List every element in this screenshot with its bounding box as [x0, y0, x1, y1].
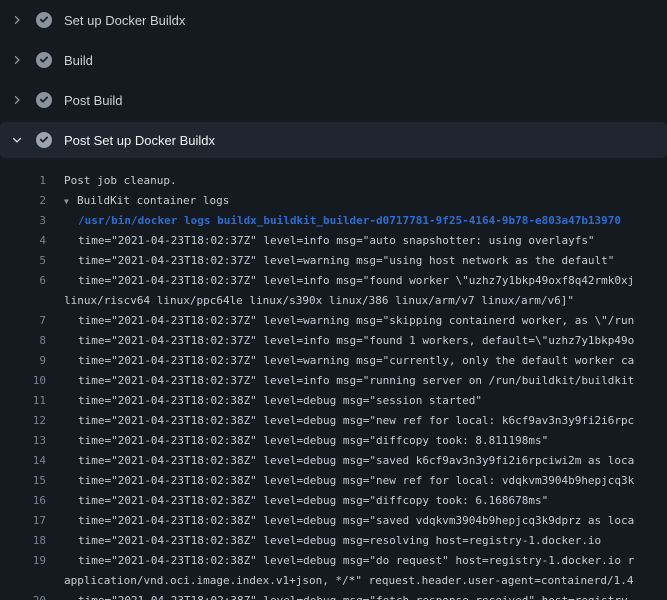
log-text: application/vnd.oci.image.index.v1+json,… — [64, 571, 634, 591]
log-line: 6 time="2021-04-23T18:02:37Z" level=info … — [0, 271, 667, 291]
log-line: 9 time="2021-04-23T18:02:37Z" level=warni… — [0, 351, 667, 371]
log-line: 7 time="2021-04-23T18:02:37Z" level=warni… — [0, 311, 667, 331]
check-circle-icon — [36, 12, 52, 28]
log-text: time="2021-04-23T18:02:37Z" level=warnin… — [78, 351, 634, 371]
log-text: time="2021-04-23T18:02:38Z" level=debug … — [78, 491, 548, 511]
chevron-right-icon[interactable] — [11, 54, 23, 66]
log-line: 17 time="2021-04-23T18:02:38Z" level=debu… — [0, 511, 667, 531]
log-line: 1 Post job cleanup. — [0, 171, 667, 191]
log-line: 15 time="2021-04-23T18:02:38Z" level=debu… — [0, 471, 667, 491]
log-line: 3/usr/bin/docker logs buildx_buildkit_bu… — [0, 211, 667, 231]
step-post-set-up-docker-buildx[interactable]: Post Set up Docker Buildx — [0, 122, 667, 158]
chevron-down-icon[interactable] — [11, 134, 23, 146]
log-line: 12 time="2021-04-23T18:02:38Z" level=debu… — [0, 411, 667, 431]
log-text: time="2021-04-23T18:02:37Z" level=info m… — [78, 271, 634, 291]
log-area: 1 Post job cleanup. 2 ▼BuildKit container l… — [0, 158, 667, 600]
log-text: Post job cleanup. — [64, 171, 177, 191]
line-number[interactable]: 19 — [0, 551, 46, 571]
log-text: time="2021-04-23T18:02:38Z" level=debug … — [78, 471, 634, 491]
line-number[interactable]: 5 — [0, 251, 46, 271]
line-number[interactable]: 7 — [0, 311, 46, 331]
step-build[interactable]: Build — [0, 40, 667, 80]
step-label: Post Set up Docker Buildx — [64, 133, 215, 148]
line-number[interactable]: 18 — [0, 531, 46, 551]
line-number[interactable]: 14 — [0, 451, 46, 471]
line-number[interactable]: 10 — [0, 371, 46, 391]
log-text: time="2021-04-23T18:02:37Z" level=warnin… — [78, 311, 634, 331]
command-text: /usr/bin/docker logs buildx_buildkit_bui… — [78, 211, 621, 231]
log-line: 18 time="2021-04-23T18:02:38Z" level=debu… — [0, 531, 667, 551]
log-line: 5 time="2021-04-23T18:02:37Z" level=warni… — [0, 251, 667, 271]
line-number[interactable]: 20 — [0, 591, 46, 600]
log-text: time="2021-04-23T18:02:38Z" level=debug … — [78, 531, 601, 551]
log-line: 11 time="2021-04-23T18:02:38Z" level=debu… — [0, 391, 667, 411]
log-text: BuildKit container logs — [77, 191, 229, 211]
line-number[interactable]: 13 — [0, 431, 46, 451]
log-line: 2 ▼BuildKit container logs — [0, 191, 667, 211]
log-line: 4 time="2021-04-23T18:02:37Z" level=info … — [0, 231, 667, 251]
line-number[interactable]: 9 — [0, 351, 46, 371]
check-circle-icon — [36, 92, 52, 108]
line-number[interactable]: 6 — [0, 271, 46, 291]
step-list: Set up Docker Buildx Build Post Build — [0, 0, 667, 158]
step-set-up-docker-buildx[interactable]: Set up Docker Buildx — [0, 0, 667, 40]
log-text: time="2021-04-23T18:02:38Z" level=debug … — [78, 391, 482, 411]
log-line: 14 time="2021-04-23T18:02:38Z" level=debu… — [0, 451, 667, 471]
line-number[interactable]: 11 — [0, 391, 46, 411]
collapse-group-icon[interactable]: ▼ — [64, 192, 77, 211]
log-text: linux/riscv64 linux/ppc64le linux/s390x … — [64, 291, 574, 311]
step-label: Post Build — [64, 93, 123, 108]
log-text: time="2021-04-23T18:02:38Z" level=debug … — [78, 411, 634, 431]
log-text: time="2021-04-23T18:02:37Z" level=info m… — [78, 231, 595, 251]
line-number[interactable]: 2 — [0, 191, 46, 211]
log-line: 19 time="2021-04-23T18:02:38Z" level=debu… — [0, 551, 667, 571]
line-number[interactable]: 4 — [0, 231, 46, 251]
log-line: 10 time="2021-04-23T18:02:37Z" level=info… — [0, 371, 667, 391]
log-text: time="2021-04-23T18:02:37Z" level=info m… — [78, 371, 634, 391]
log-line: application/vnd.oci.image.index.v1+json,… — [0, 571, 667, 591]
check-circle-icon — [36, 132, 52, 148]
log-text: time="2021-04-23T18:02:38Z" level=debug … — [78, 451, 634, 471]
log-text: time="2021-04-23T18:02:38Z" level=debug … — [78, 511, 634, 531]
line-number[interactable]: 1 — [0, 171, 46, 191]
log-text: time="2021-04-23T18:02:38Z" level=debug … — [78, 591, 634, 600]
line-number[interactable]: 17 — [0, 511, 46, 531]
line-number[interactable]: 12 — [0, 411, 46, 431]
line-number[interactable]: 3 — [0, 211, 46, 231]
line-number[interactable]: 15 — [0, 471, 46, 491]
line-number[interactable]: 16 — [0, 491, 46, 511]
check-circle-icon — [36, 52, 52, 68]
actions-log-viewer: Set up Docker Buildx Build Post Build — [0, 0, 667, 600]
log-line: 13 time="2021-04-23T18:02:38Z" level=debu… — [0, 431, 667, 451]
log-text: time="2021-04-23T18:02:38Z" level=debug … — [78, 551, 634, 571]
log-text: time="2021-04-23T18:02:37Z" level=warnin… — [78, 251, 614, 271]
log-line: 20 time="2021-04-23T18:02:38Z" level=debu… — [0, 591, 667, 600]
step-post-build[interactable]: Post Build — [0, 80, 667, 120]
log-text: time="2021-04-23T18:02:37Z" level=info m… — [78, 331, 634, 351]
chevron-right-icon[interactable] — [11, 94, 23, 106]
step-label: Set up Docker Buildx — [64, 13, 185, 28]
log-line: 16 time="2021-04-23T18:02:38Z" level=debu… — [0, 491, 667, 511]
step-label: Build — [64, 53, 93, 68]
line-number[interactable]: 8 — [0, 331, 46, 351]
log-line: 8 time="2021-04-23T18:02:37Z" level=info … — [0, 331, 667, 351]
log-line: linux/riscv64 linux/ppc64le linux/s390x … — [0, 291, 667, 311]
log-text: time="2021-04-23T18:02:38Z" level=debug … — [78, 431, 548, 451]
chevron-right-icon[interactable] — [11, 14, 23, 26]
